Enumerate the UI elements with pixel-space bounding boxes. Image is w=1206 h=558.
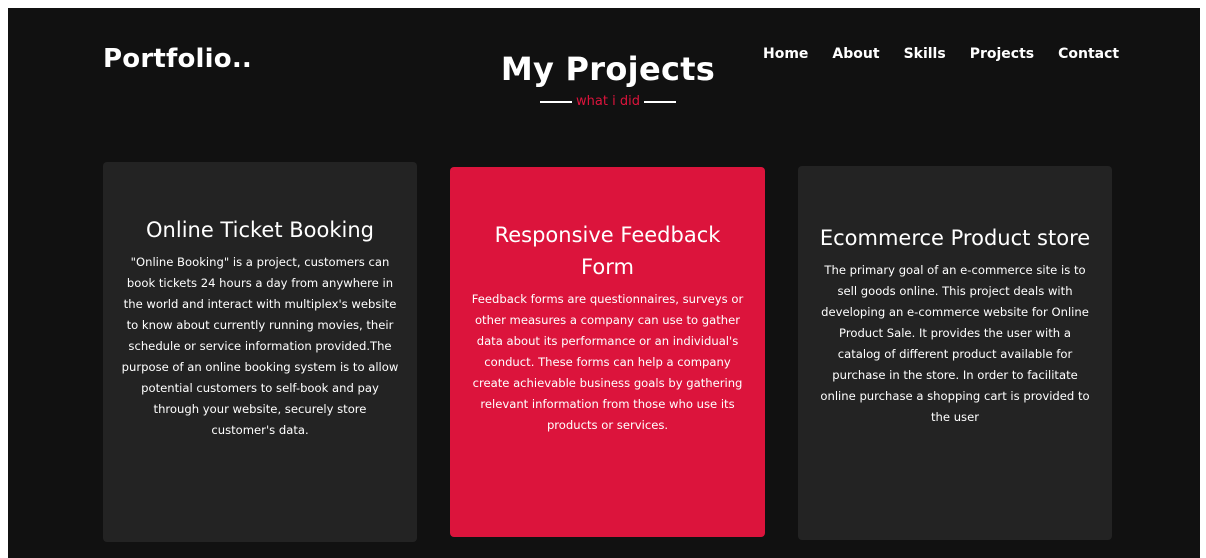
project-description: "Online Booking" is a project, customers…: [121, 255, 399, 437]
project-card-ticket-booking[interactable]: Online Ticket Booking "Online Booking" i…: [103, 162, 417, 542]
logo[interactable]: Portfolio..: [103, 44, 252, 74]
page-frame: Portfolio.. Home About Skills Projects C…: [8, 8, 1200, 558]
subtitle-line-right: [643, 100, 676, 103]
project-description: Feedback forms are questionnaires, surve…: [471, 292, 744, 432]
nav-about[interactable]: About: [832, 46, 879, 62]
main-nav: Home About Skills Projects Contact: [763, 46, 1119, 62]
section-subtitle-row: what i did: [408, 94, 808, 109]
nav-contact[interactable]: Contact: [1058, 46, 1119, 62]
nav-projects[interactable]: Projects: [970, 46, 1034, 62]
project-description: The primary goal of an e-commerce site i…: [820, 263, 1090, 424]
project-title: Online Ticket Booking: [146, 218, 374, 242]
subtitle-line-left: [540, 100, 573, 103]
section-subtitle: what i did: [576, 94, 640, 109]
section-heading: My Projects what i did: [408, 50, 808, 109]
project-card-ecommerce-store[interactable]: Ecommerce Product store The primary goal…: [798, 166, 1112, 540]
project-card-feedback-form[interactable]: Responsive Feedback Form Feedback forms …: [450, 167, 765, 537]
nav-skills[interactable]: Skills: [904, 46, 946, 62]
project-title: Responsive Feedback Form: [494, 223, 721, 279]
project-title: Ecommerce Product store: [819, 226, 1091, 250]
section-title: My Projects: [500, 50, 716, 88]
